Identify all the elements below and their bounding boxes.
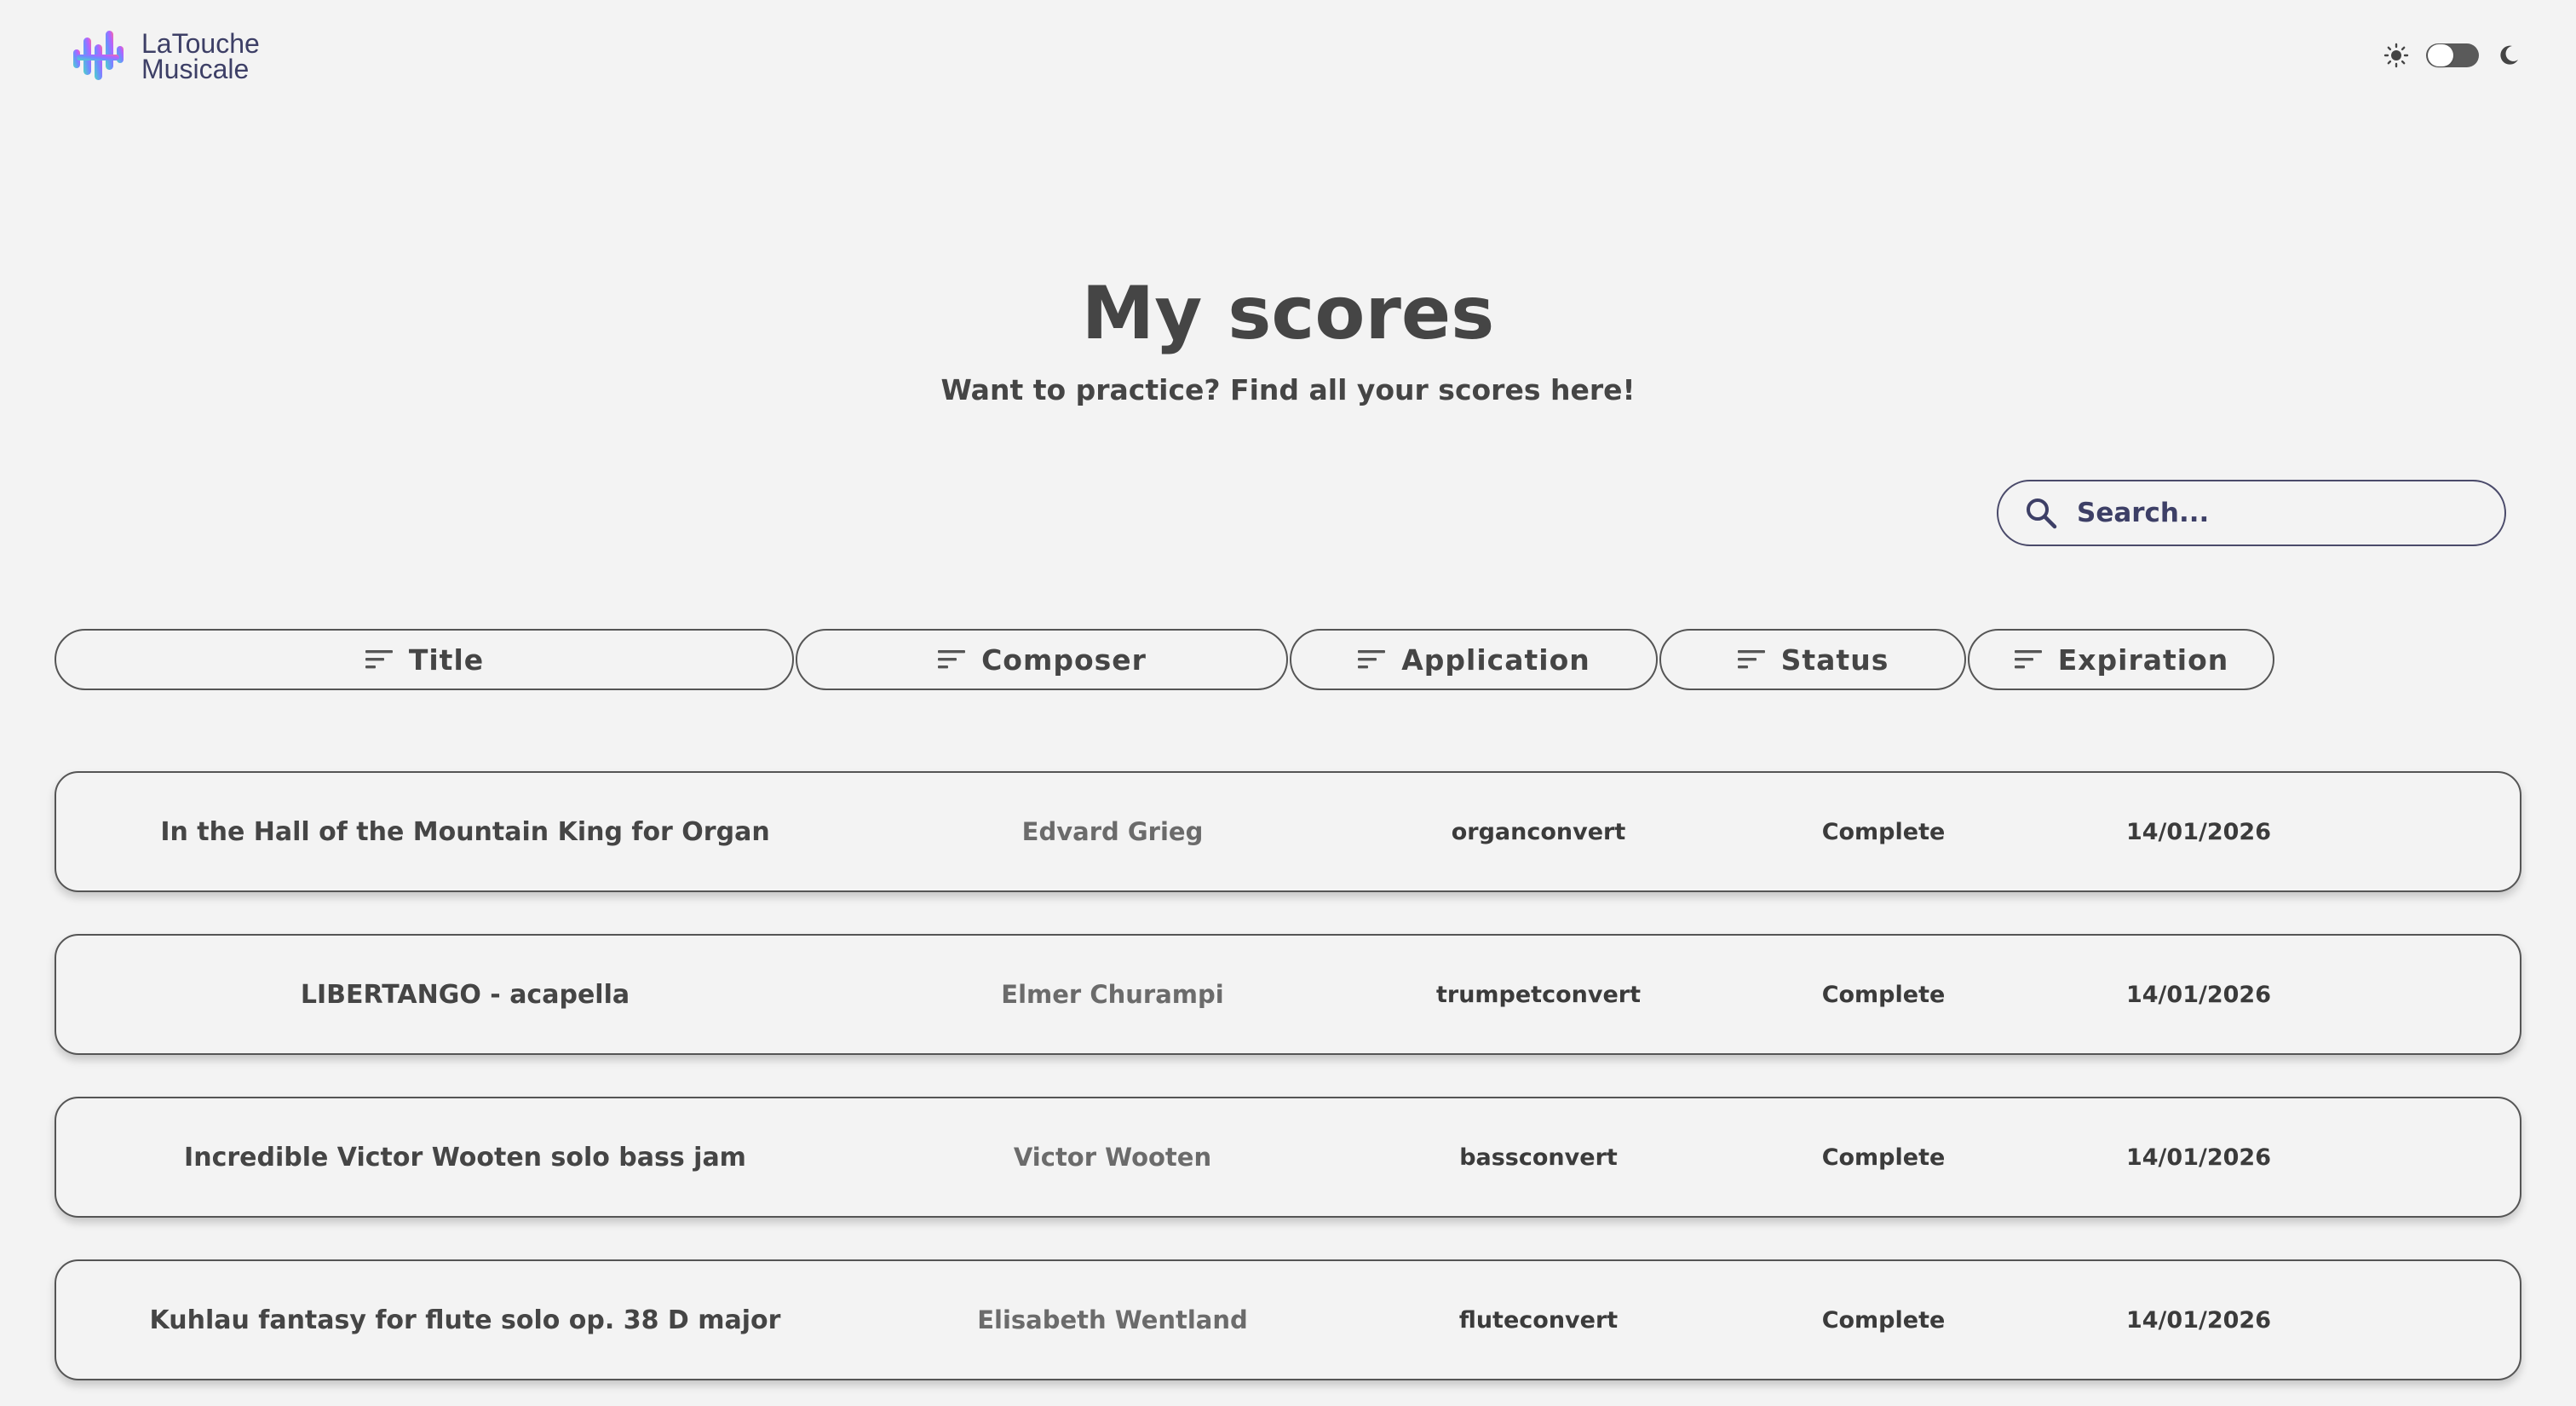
sort-application-button[interactable]: Application [1290, 629, 1658, 690]
sort-icon [1358, 650, 1386, 669]
score-status: Complete [1821, 981, 1946, 1008]
score-expiration: 14/01/2026 [2125, 1144, 2271, 1171]
sort-expiration-label: Expiration [2057, 642, 2229, 677]
page-title: My scores [1081, 271, 1495, 356]
sort-application-label: Application [1401, 642, 1590, 677]
logo-icon [73, 31, 124, 80]
score-title: LIBERTANGO - acapella [300, 979, 630, 1010]
search-icon [2027, 498, 2057, 529]
score-composer: Elmer Churampi [1001, 980, 1224, 1009]
score-title: Incredible Victor Wooten solo bass jam [184, 1142, 746, 1173]
score-status: Complete [1821, 818, 1946, 845]
sort-title-label: Title [408, 642, 485, 677]
search-box[interactable] [1997, 480, 2506, 546]
page-subtitle: Want to practice? Find all your scores h… [940, 373, 1636, 406]
score-title: Kuhlau fantasy for flute solo op. 38 D m… [149, 1305, 781, 1335]
score-row[interactable]: In the Hall of the Mountain King for Org… [55, 771, 2521, 892]
logo-text: LaTouche Musicale [141, 28, 260, 84]
score-expiration: 14/01/2026 [2125, 818, 2271, 845]
theme-toggle[interactable] [2383, 43, 2521, 68]
score-row[interactable]: Incredible Victor Wooten solo bass jam V… [55, 1097, 2521, 1218]
sun-icon [2383, 43, 2409, 68]
score-application: bassconvert [1459, 1144, 1618, 1171]
sort-expiration-button[interactable]: Expiration [1968, 629, 2274, 690]
score-composer: Victor Wooten [1013, 1143, 1212, 1172]
sort-title-button[interactable]: Title [55, 629, 794, 690]
sort-composer-button[interactable]: Composer [796, 629, 1288, 690]
sort-composer-label: Composer [981, 642, 1147, 677]
theme-switch[interactable] [2426, 43, 2479, 67]
score-expiration: 14/01/2026 [2125, 981, 2271, 1008]
score-application: organconvert [1451, 818, 1626, 845]
logo[interactable]: LaTouche Musicale [68, 26, 260, 87]
score-composer: Elisabeth Wentland [977, 1305, 1248, 1334]
sort-icon [1737, 650, 1765, 669]
sort-status-button[interactable]: Status [1659, 629, 1966, 690]
score-composer: Edvard Grieg [1021, 817, 1204, 846]
moon-icon [2500, 45, 2518, 65]
score-status: Complete [1821, 1306, 1946, 1334]
theme-switch-knob[interactable] [2428, 44, 2453, 66]
sort-icon [2014, 650, 2042, 669]
sort-icon [938, 650, 966, 669]
score-title: In the Hall of the Mountain King for Org… [160, 816, 770, 847]
score-status: Complete [1821, 1144, 1946, 1171]
sort-icon [365, 650, 393, 669]
score-row[interactable]: LIBERTANGO - acapella Elmer Churampi tru… [55, 934, 2521, 1055]
score-row[interactable]: Kuhlau fantasy for flute solo op. 38 D m… [55, 1259, 2521, 1380]
score-expiration: 14/01/2026 [2125, 1306, 2271, 1334]
search-input[interactable] [2075, 497, 2453, 529]
score-application: trumpetconvert [1435, 981, 1642, 1008]
score-application: fluteconvert [1458, 1306, 1619, 1334]
logo-line-1: LaTouche [141, 28, 260, 59]
sort-status-label: Status [1780, 642, 1889, 677]
logo-line-2: Musicale [141, 54, 250, 84]
